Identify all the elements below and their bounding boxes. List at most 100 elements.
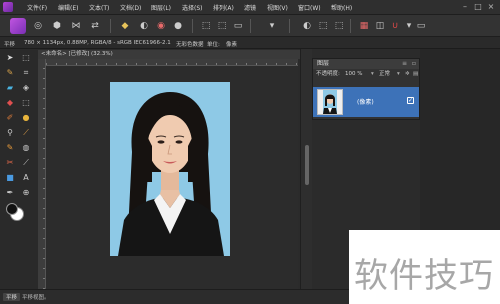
- dropdown-icon[interactable]: ▾: [265, 19, 279, 33]
- zoom-tool-icon[interactable]: ⊕: [20, 187, 32, 199]
- toolbar-separator: [110, 19, 111, 33]
- status-mode-badge: 平移: [3, 293, 21, 301]
- foreground-color-swatch[interactable]: [6, 203, 18, 215]
- move-tool-icon[interactable]: ➤: [4, 52, 16, 64]
- clone-tool-icon[interactable]: ⚲: [4, 127, 16, 139]
- context-toolbar: 平移 780 × 1134px, 0.88MP, RGBA/8 - sRGB I…: [0, 37, 500, 49]
- auto-colors-icon[interactable]: ◉: [154, 19, 168, 33]
- auto-contrast-icon[interactable]: ◐: [137, 19, 151, 33]
- layer-row[interactable]: (像素) ✓: [313, 87, 419, 117]
- context-mode: 平移: [4, 42, 16, 48]
- layer-settings-icon[interactable]: ✲: [405, 69, 410, 79]
- menu-edit[interactable]: 编辑(E): [58, 3, 78, 12]
- quick-mask-icon[interactable]: ▭: [231, 19, 245, 33]
- marquee-tool-icon[interactable]: ⬚: [20, 97, 32, 109]
- layer-thumbnail-image: [318, 90, 342, 114]
- toolbar-separator: [192, 19, 193, 33]
- portrait-image: [110, 82, 230, 256]
- assistant-icon[interactable]: ▭: [414, 19, 428, 33]
- marquee-icon[interactable]: ⬚: [199, 19, 213, 33]
- paint-brush-icon[interactable]: ✐: [4, 112, 16, 124]
- brush-tool-icon[interactable]: ✎: [4, 67, 16, 79]
- view-icon[interactable]: ◫: [373, 19, 387, 33]
- burn-tool-icon[interactable]: ✎: [4, 142, 16, 154]
- color-picker-icon[interactable]: ●: [20, 112, 32, 124]
- selection-icon[interactable]: ⬚: [215, 19, 229, 33]
- smudge-tool-icon[interactable]: ⟋: [20, 157, 32, 169]
- layer-visibility-checkbox[interactable]: ✓: [407, 97, 414, 104]
- portrait-photo[interactable]: [110, 82, 230, 256]
- menu-arrange[interactable]: 排列(A): [213, 3, 234, 12]
- unit-dropdown[interactable]: 像素: [226, 40, 237, 48]
- align-icon[interactable]: ◐: [300, 19, 314, 33]
- menu-layer[interactable]: 图层(L): [151, 3, 171, 12]
- panel-close-icon[interactable]: ▫: [412, 59, 416, 69]
- blend-mode-dropdown[interactable]: 正常: [379, 69, 390, 79]
- menu-select[interactable]: 选择(S): [182, 3, 203, 12]
- opacity-field[interactable]: 100 %: [345, 69, 362, 79]
- main-toolbar: ◎ ⬢ ⋈ ⇄ ◆ ◐ ◉ ● ⬚ ⬚ ▭ ▾ ◐ ⬚ ⬚ ▦ ◫ ∪ ▾ ▭: [0, 15, 500, 37]
- vertical-scrollbar[interactable]: [305, 145, 309, 185]
- maximize-icon[interactable]: □: [473, 2, 483, 12]
- snapping-icon[interactable]: ∪: [388, 19, 402, 33]
- view-tool-icon[interactable]: ⬚: [20, 52, 32, 64]
- photo-persona-button[interactable]: [10, 18, 26, 34]
- liquify-persona-icon[interactable]: ◎: [31, 19, 45, 33]
- document-info: 780 × 1134px, 0.88MP, RGBA/8 - sRGB IEC6…: [24, 40, 171, 46]
- selection-brush-icon[interactable]: ▰: [4, 82, 16, 94]
- status-text: 平移视图。: [22, 295, 50, 301]
- blur-tool-icon[interactable]: ◍: [20, 142, 32, 154]
- tone-mapping-icon[interactable]: ⋈: [69, 19, 83, 33]
- menu-help[interactable]: 帮助(H): [331, 3, 352, 12]
- horizontal-ruler: [46, 59, 298, 66]
- auto-white-balance-icon[interactable]: ●: [171, 19, 185, 33]
- pen-tool-icon[interactable]: ✒: [4, 187, 16, 199]
- layer-thumbnail: [317, 89, 343, 115]
- tools-panel: ➤ ⬚ ✎ ⌗ ▰ ◈ ◆ ⬚ ✐ ● ⚲ ⟋ ✎ ◍ ✂ ⟋ ■ A ✒ ⊕: [0, 49, 38, 289]
- dodge-tool-icon[interactable]: ⟋: [20, 127, 32, 139]
- watermark: 软件技巧: [349, 230, 500, 304]
- layers-panel-header: 图层 ≡ ▫: [313, 59, 419, 69]
- opacity-label: 不透明度:: [316, 71, 340, 77]
- menu-view[interactable]: 视图(V): [267, 3, 288, 12]
- arrange-icon[interactable]: ⬚: [316, 19, 330, 33]
- vertical-ruler: [38, 59, 46, 289]
- watermark-text: 软件技巧: [354, 256, 494, 296]
- menu-window[interactable]: 窗口(W): [298, 3, 321, 12]
- color-profile: 无彩色数据: [176, 42, 204, 48]
- toolbar-separator: [350, 19, 351, 33]
- layers-options: 不透明度: 100 % ▾ 正常 ▾ ✲ ▤: [313, 69, 419, 79]
- menu-file[interactable]: 文件(F): [27, 3, 47, 12]
- canvas-right-scroll: [300, 49, 312, 289]
- layer-name: (像素): [357, 99, 374, 106]
- app-logo: [3, 2, 13, 12]
- close-icon[interactable]: ×: [486, 2, 496, 12]
- layers-panel-title: 图层: [317, 60, 330, 67]
- grid-icon[interactable]: ▦: [357, 19, 371, 33]
- export-persona-icon[interactable]: ⇄: [88, 19, 102, 33]
- document-tab[interactable]: <未命名> [已修改] (32.3%): [38, 50, 300, 59]
- flood-select-icon[interactable]: ◆: [4, 97, 16, 109]
- menu-bar: 文件(F) 编辑(E) 文本(T) 文档(D) 图层(L) 选择(S) 排列(A…: [0, 0, 500, 15]
- blend-mode-arrow-icon[interactable]: ▾: [397, 69, 400, 79]
- toolbar-separator: [250, 19, 251, 33]
- crop-tool-icon[interactable]: ⌗: [20, 67, 32, 79]
- menu-filters[interactable]: 滤镜: [244, 3, 256, 12]
- panel-menu-icon[interactable]: ≡: [402, 59, 407, 69]
- menu-text[interactable]: 文本(T): [89, 3, 109, 12]
- unit-label: 单位:: [207, 42, 220, 48]
- toolbar-separator: [289, 19, 290, 33]
- layers-panel: 图层 ≡ ▫ 不透明度: 100 % ▾ 正常 ▾ ✲ ▤ (像素) ✓: [312, 58, 420, 120]
- opacity-dropdown-icon[interactable]: ▾: [371, 69, 374, 79]
- auto-levels-icon[interactable]: ◆: [118, 19, 132, 33]
- paint-bucket-icon[interactable]: ◈: [20, 82, 32, 94]
- retouch-tool-icon[interactable]: ✂: [4, 157, 16, 169]
- text-tool-icon[interactable]: A: [20, 172, 32, 184]
- canvas[interactable]: [46, 66, 298, 289]
- menu-document[interactable]: 文档(D): [120, 3, 141, 12]
- layer-more-icon[interactable]: ▤: [413, 69, 418, 79]
- transform-icon[interactable]: ⬚: [332, 19, 346, 33]
- minimize-icon[interactable]: –: [460, 2, 470, 12]
- develop-persona-icon[interactable]: ⬢: [50, 19, 64, 33]
- shape-tool-icon[interactable]: ■: [4, 172, 16, 184]
